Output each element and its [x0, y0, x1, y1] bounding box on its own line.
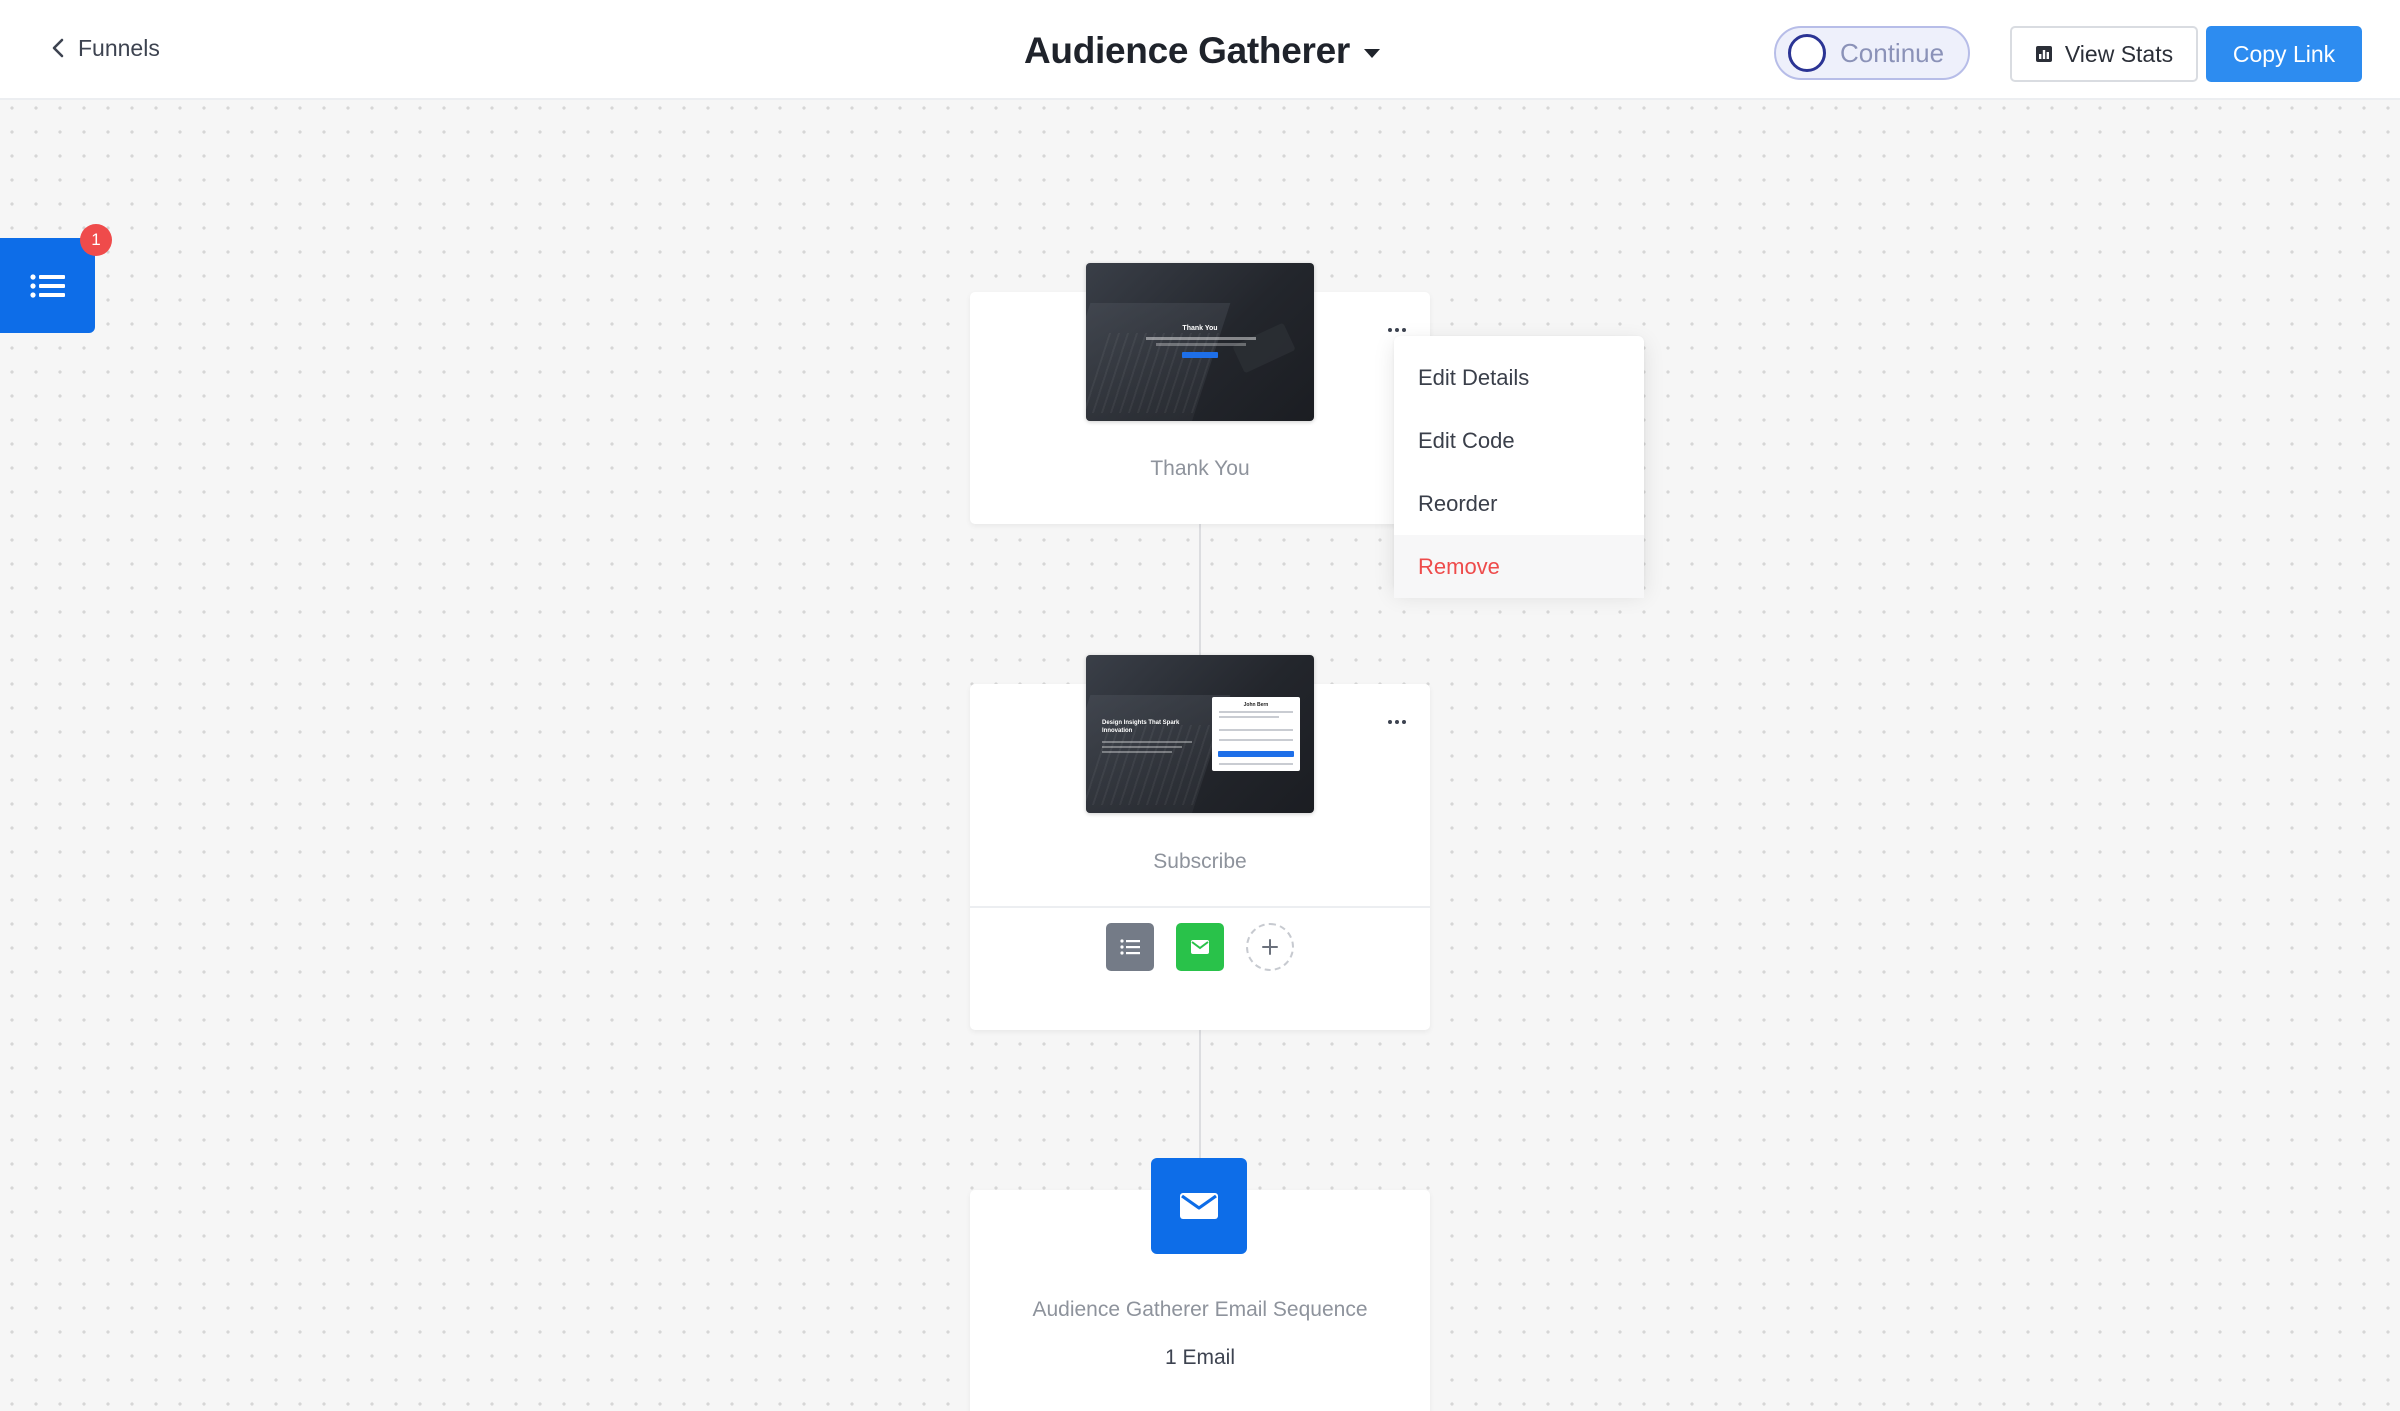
step-options-menu: Edit Details Edit Code Reorder Remove [1394, 336, 1644, 598]
card-divider [970, 906, 1430, 908]
copy-link-button[interactable]: Copy Link [2206, 26, 2362, 82]
email-sequence-icon-button[interactable] [1151, 1158, 1247, 1254]
top-bar: Funnels Audience Gatherer Continue View … [0, 0, 2400, 100]
step-name: Subscribe [1153, 850, 1247, 873]
toggle-label: Continue [1840, 37, 1945, 68]
thumbnail-heading: Thank You [1182, 325, 1218, 332]
menu-item-remove[interactable]: Remove [1394, 535, 1644, 598]
notification-badge: 1 [80, 224, 112, 256]
list-icon [1120, 939, 1140, 955]
funnel-title-dropdown[interactable]: Audience Gatherer [1024, 26, 1380, 76]
toggle-knob [1788, 34, 1826, 72]
thumbnail-form-name: John Bern [1243, 702, 1269, 708]
back-link-label: Funnels [78, 34, 160, 61]
chevron-left-icon [52, 38, 64, 58]
view-stats-label: View Stats [2064, 40, 2174, 67]
back-to-funnels-link[interactable]: Funnels [50, 30, 160, 66]
step-thumbnail-subscribe[interactable]: Design Insights That Spark Innovation Jo… [1086, 655, 1314, 813]
form-fields-button[interactable] [1106, 923, 1154, 971]
email-automation-button[interactable] [1176, 923, 1224, 971]
bar-chart-icon [2035, 46, 2052, 62]
menu-item-edit-details[interactable]: Edit Details [1394, 346, 1644, 409]
email-sequence-name: Audience Gatherer Email Sequence [1032, 1298, 1368, 1321]
view-stats-button[interactable]: View Stats [2010, 26, 2198, 82]
flow-connector [1199, 1030, 1201, 1160]
step-actions [970, 920, 1430, 974]
menu-item-edit-code[interactable]: Edit Code [1394, 409, 1644, 472]
step-more-options-button[interactable] [1380, 710, 1414, 734]
envelope-icon [1180, 1193, 1218, 1219]
step-name: Thank You [1150, 457, 1250, 480]
envelope-icon [1191, 940, 1209, 954]
step-thumbnail-thank-you[interactable]: Thank You [1086, 263, 1314, 421]
page-title: Audience Gatherer [1024, 30, 1350, 71]
caret-down-icon [1363, 48, 1380, 58]
steps-list-toggle-button[interactable] [0, 238, 95, 333]
continue-toggle[interactable]: Continue [1774, 26, 1970, 80]
email-count: 1 Email [1164, 1346, 1236, 1369]
thumbnail-form: John Bern [1212, 697, 1300, 771]
thumbnail-headline: Design Insights That Spark Innovation [1102, 720, 1180, 734]
plus-icon [1262, 939, 1278, 955]
list-icon [29, 273, 65, 298]
menu-item-reorder[interactable]: Reorder [1394, 472, 1644, 535]
add-action-button[interactable] [1246, 923, 1294, 971]
